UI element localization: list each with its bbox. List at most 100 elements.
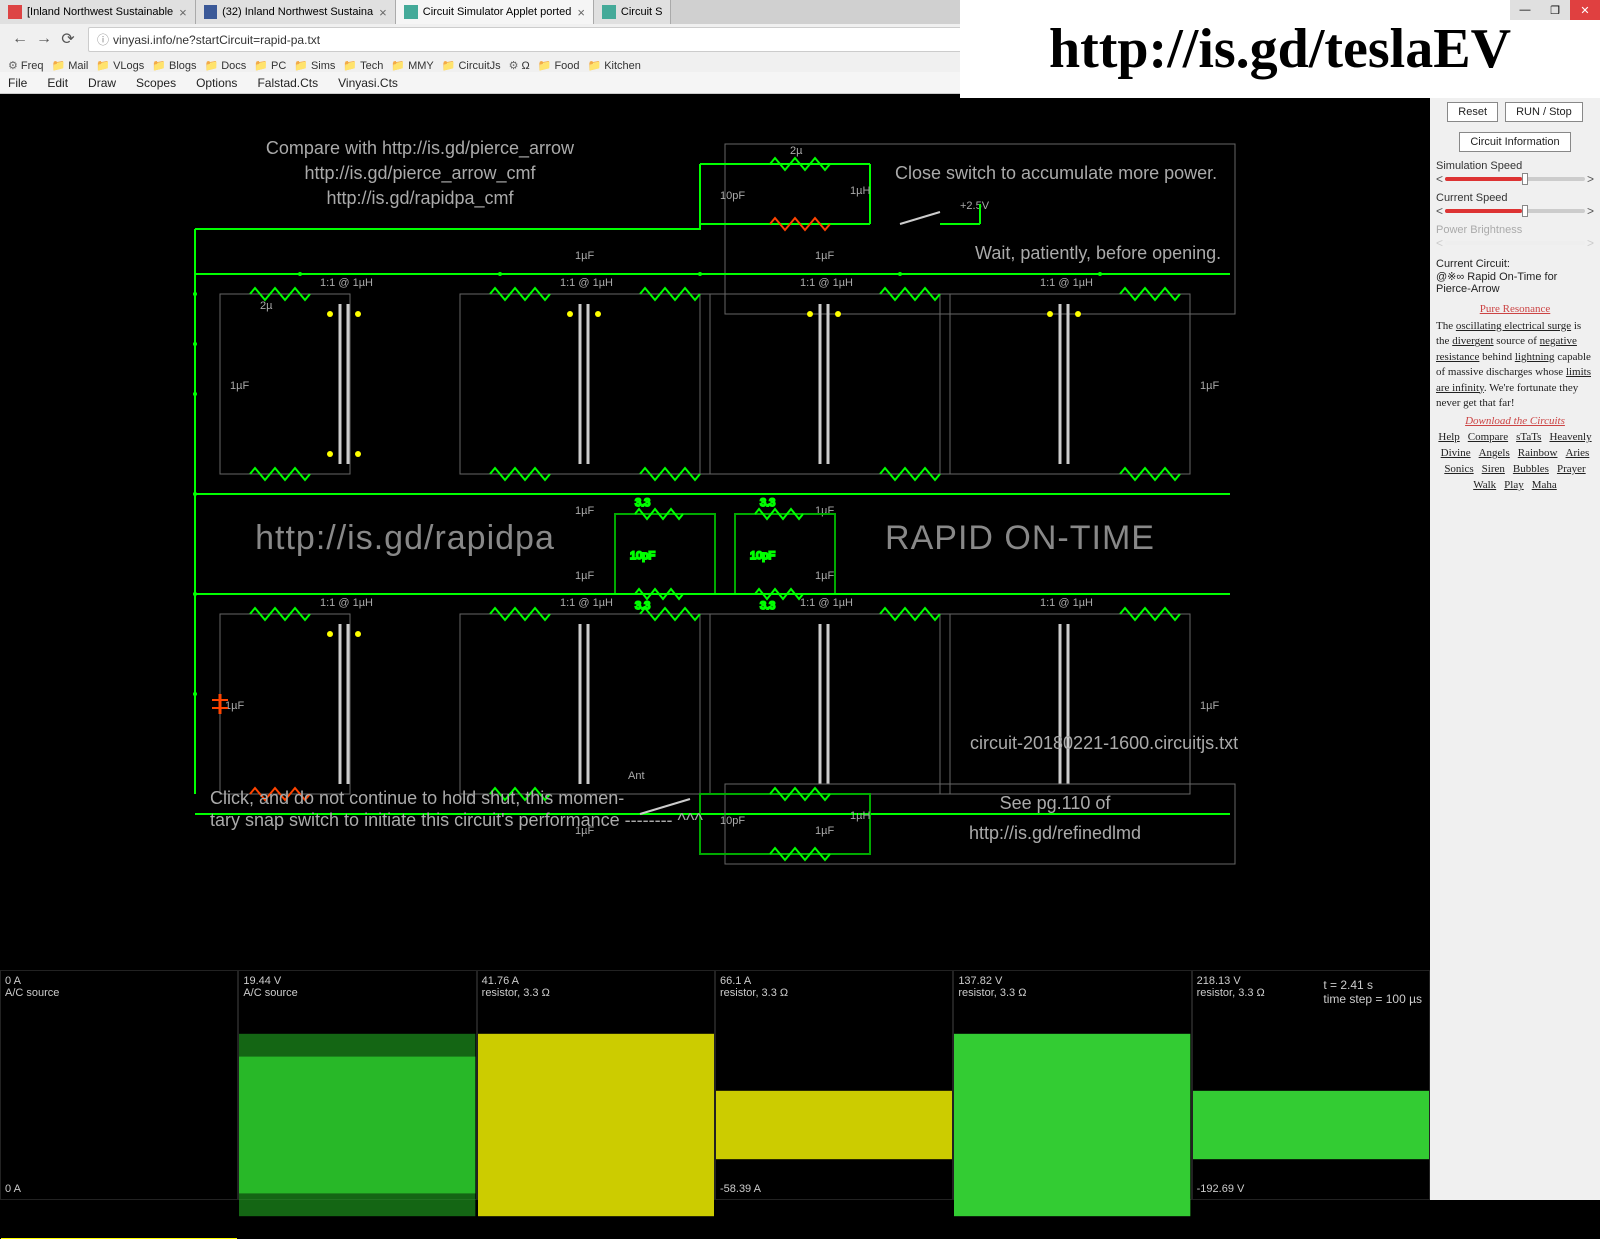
play-link[interactable]: Play	[1504, 479, 1524, 491]
bookmark-freq[interactable]: ⚙Freq	[8, 59, 44, 72]
reload-button[interactable]: ⟳	[56, 27, 80, 51]
lightning-link[interactable]: lightning	[1515, 351, 1555, 363]
help-link[interactable]: Help	[1438, 431, 1459, 443]
reset-button[interactable]: Reset	[1447, 102, 1498, 122]
chevron-right-icon[interactable]: >	[1587, 204, 1594, 218]
chevron-right-icon[interactable]: >	[1587, 172, 1594, 186]
menu-draw[interactable]: Draw	[88, 76, 116, 90]
sim-speed-slider[interactable]: < >	[1436, 172, 1594, 186]
scope-1[interactable]: 19.44 VA/C source -22.12 V	[238, 970, 476, 1200]
sim-speed-label: Simulation Speed	[1436, 160, 1594, 172]
angels-link[interactable]: Angels	[1479, 447, 1510, 459]
divine-link[interactable]: Divine	[1441, 447, 1471, 459]
svg-text:10pF: 10pF	[630, 550, 655, 562]
close-icon[interactable]: ×	[577, 5, 585, 20]
scope-3[interactable]: 66.1 Aresistor, 3.3 Ω -58.39 A	[715, 970, 953, 1200]
svg-text:1:1 @ 1µH: 1:1 @ 1µH	[800, 277, 853, 289]
maximize-button[interactable]: ❐	[1540, 0, 1570, 20]
oscillating-link[interactable]: oscillating electrical surge	[1456, 320, 1571, 332]
url-banner-overlay: http://is.gd/teslaEV	[960, 0, 1600, 98]
siren-link[interactable]: Siren	[1482, 463, 1505, 475]
svg-text:10pF: 10pF	[750, 550, 775, 562]
aries-link[interactable]: Aries	[1566, 447, 1590, 459]
svg-text:1:1 @ 1µH: 1:1 @ 1µH	[1040, 597, 1093, 609]
tab-gmail[interactable]: [Inland Northwest Sustainable×	[0, 0, 196, 24]
bubbles-link[interactable]: Bubbles	[1513, 463, 1549, 475]
chevron-left-icon[interactable]: <	[1436, 172, 1443, 186]
gmail-icon	[8, 5, 22, 19]
menu-file[interactable]: File	[8, 76, 27, 90]
scope-name: resistor, 3.3 Ω	[958, 987, 1026, 999]
folder-icon: 📁	[152, 59, 166, 72]
svg-text:3.3: 3.3	[760, 497, 775, 509]
prayer-link[interactable]: Prayer	[1557, 463, 1586, 475]
scope-top-value: 218.13 V	[1197, 975, 1241, 987]
stats-link[interactable]: sTaTs	[1516, 431, 1541, 443]
folder-icon: 📁	[588, 59, 602, 72]
tab-facebook[interactable]: (32) Inland Northwest Sustaina ×	[196, 0, 396, 24]
svg-text:2µ: 2µ	[260, 300, 273, 312]
bookmark-circuitjs[interactable]: 📁CircuitJs	[442, 59, 501, 72]
url-text: vinyasi.info/ne?startCircuit=rapid-pa.tx…	[113, 33, 320, 47]
svg-text:1µF: 1µF	[1200, 700, 1219, 712]
scope-0[interactable]: 0 AA/C source 0 A	[0, 970, 238, 1200]
bookmark-sims[interactable]: 📁Sims	[294, 59, 335, 72]
compare-link[interactable]: Compare	[1468, 431, 1508, 443]
heavenly-link[interactable]: Heavenly	[1549, 431, 1591, 443]
bookmark-mmy[interactable]: 📁MMY	[391, 59, 433, 72]
back-button[interactable]: ←	[8, 27, 32, 51]
folder-icon: 📁	[538, 59, 552, 72]
circuit-canvas[interactable]: Compare with http://is.gd/pierce_arrow h…	[0, 94, 1430, 1200]
gear-icon: ⚙	[509, 59, 519, 72]
bookmark-blogs[interactable]: 📁Blogs	[152, 59, 196, 72]
tab-label: (32) Inland Northwest Sustaina	[222, 6, 373, 18]
menu-falstad[interactable]: Falstad.Cts	[257, 76, 318, 90]
bookmark-food[interactable]: 📁Food	[538, 59, 580, 72]
pure-resonance-link[interactable]: Pure Resonance	[1436, 303, 1594, 315]
bookmark-pc[interactable]: 📁PC	[254, 59, 286, 72]
power-brightness-slider: < >	[1436, 236, 1594, 250]
scope-4[interactable]: 137.82 Vresistor, 3.3 Ω -137.75 V	[953, 970, 1191, 1200]
bookmark-label: Sims	[311, 60, 335, 72]
facebook-icon	[204, 5, 217, 19]
rainbow-link[interactable]: Rainbow	[1518, 447, 1558, 459]
circuit-icon	[602, 5, 616, 19]
bookmark-label: Blogs	[169, 60, 197, 72]
close-icon[interactable]: ×	[379, 5, 387, 20]
download-circuits-link[interactable]: Download the Circuits	[1436, 415, 1594, 427]
scope-2[interactable]: 41.76 Aresistor, 3.3 Ω -41.74 A	[477, 970, 715, 1200]
menu-scopes[interactable]: Scopes	[136, 76, 176, 90]
compare-text-1: Compare with http://is.gd/pierce_arrow	[266, 138, 575, 159]
bookmark-mail[interactable]: 📁Mail	[52, 59, 89, 72]
current-speed-slider[interactable]: < >	[1436, 204, 1594, 218]
bookmark-vlogs[interactable]: 📁VLogs	[96, 59, 144, 72]
run-stop-button[interactable]: RUN / Stop	[1505, 102, 1583, 122]
tab-circuit-active[interactable]: Circuit Simulator Applet ported×	[396, 0, 594, 24]
folder-icon: 📁	[391, 59, 405, 72]
compare-text-3: http://is.gd/rapidpa_cmf	[326, 188, 514, 209]
walk-link[interactable]: Walk	[1473, 479, 1496, 491]
bookmark-tech[interactable]: 📁Tech	[343, 59, 383, 72]
bookmark-kitchen[interactable]: 📁Kitchen	[588, 59, 641, 72]
menu-options[interactable]: Options	[196, 76, 237, 90]
tab-circuit-2[interactable]: Circuit S	[594, 0, 672, 24]
divergent-link[interactable]: divergent	[1452, 335, 1493, 347]
svg-text:1:1 @ 1µH: 1:1 @ 1µH	[560, 277, 613, 289]
maha-link[interactable]: Maha	[1532, 479, 1557, 491]
chevron-left-icon[interactable]: <	[1436, 204, 1443, 218]
svg-text:1µF: 1µF	[815, 505, 834, 517]
forward-button[interactable]: →	[32, 27, 56, 51]
close-switch-text: Close switch to accumulate more power.	[895, 163, 1217, 183]
window-close-button[interactable]: ✕	[1570, 0, 1600, 20]
circuit-info-button[interactable]: Circuit Information	[1459, 132, 1570, 152]
close-icon[interactable]: ×	[179, 5, 187, 20]
svg-text:1µF: 1µF	[815, 825, 834, 837]
minimize-button[interactable]: —	[1510, 0, 1540, 20]
sonics-link[interactable]: Sonics	[1444, 463, 1473, 475]
bookmark-label: Freq	[21, 60, 44, 72]
bookmark-docs[interactable]: 📁Docs	[205, 59, 247, 72]
bookmark-omega[interactable]: ⚙Ω	[509, 59, 530, 72]
bookmark-label: Kitchen	[604, 60, 641, 72]
menu-edit[interactable]: Edit	[47, 76, 68, 90]
menu-vinyasi[interactable]: Vinyasi.Cts	[338, 76, 398, 90]
